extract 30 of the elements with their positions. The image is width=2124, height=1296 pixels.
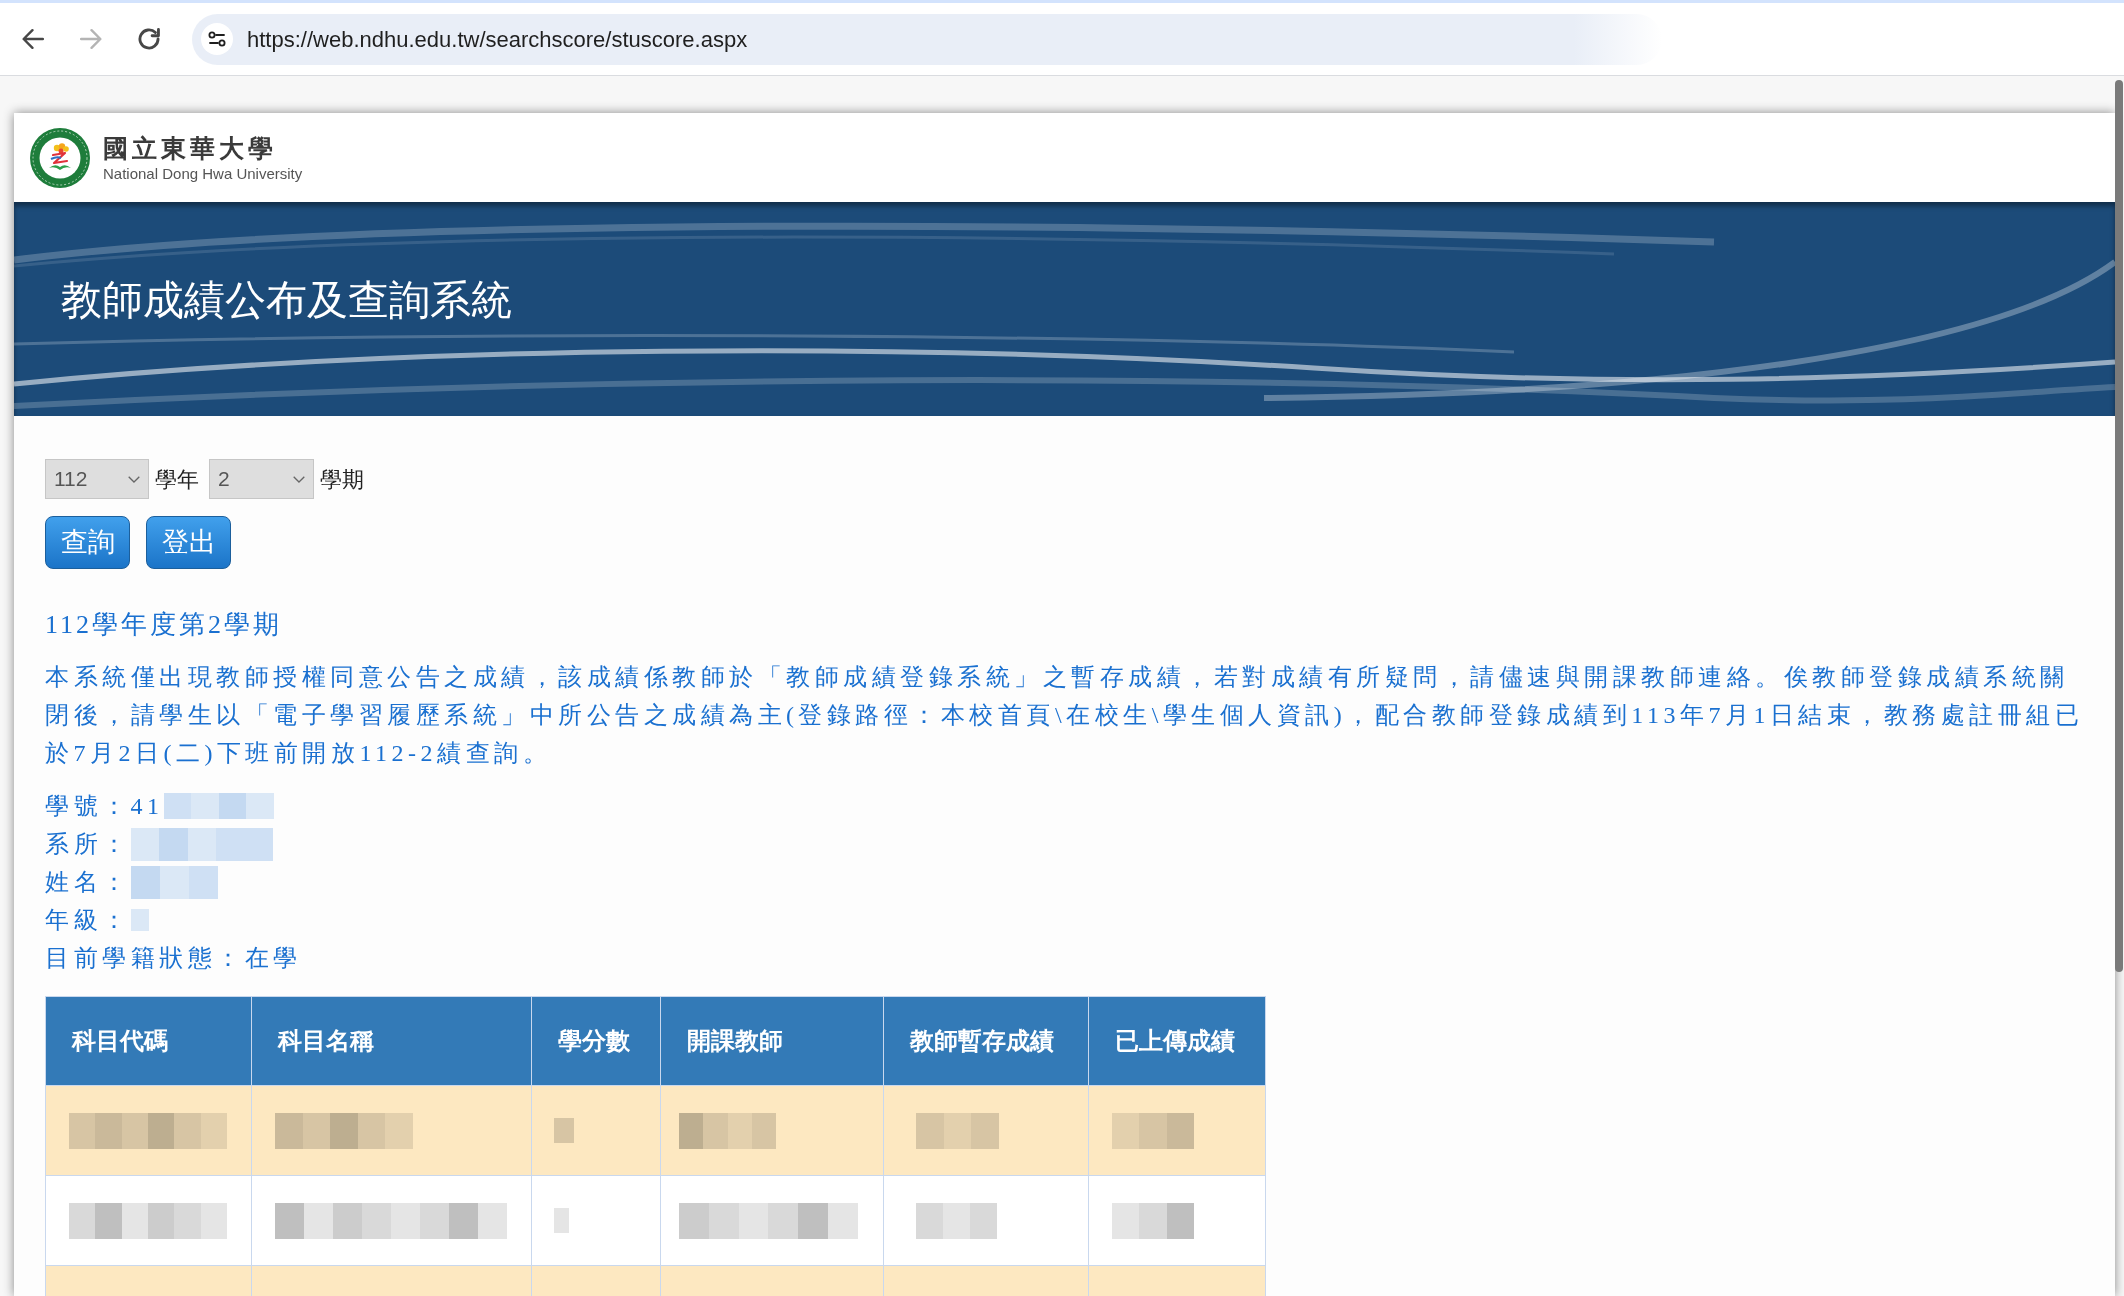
student-info-text: 目前學籍狀態：在學 bbox=[45, 944, 302, 973]
emblem-icon bbox=[30, 127, 90, 188]
year-select[interactable]: 112 bbox=[45, 459, 149, 499]
logout-button[interactable]: 登出 bbox=[146, 516, 231, 569]
left-arrow-icon[interactable] bbox=[22, 28, 44, 50]
column-header: 科目代碼 bbox=[46, 997, 252, 1086]
reload-icon[interactable] bbox=[138, 28, 160, 50]
semester-select[interactable]: 2 bbox=[209, 459, 314, 499]
chevron-down-icon bbox=[293, 475, 305, 483]
column-header: 已上傳成績 bbox=[1089, 997, 1266, 1086]
query-button[interactable]: 查詢 bbox=[45, 516, 130, 569]
column-header: 開課教師 bbox=[661, 997, 884, 1086]
student-info-text: 年級： bbox=[45, 906, 131, 935]
url-text: https://web.ndhu.edu.tw/searchscore/stuscore.aspx bbox=[247, 25, 748, 54]
university-name-chinese: 國立東華大學 bbox=[103, 132, 277, 165]
scrollbar-thumb[interactable] bbox=[2115, 80, 2123, 972]
student-info-text: 姓名： bbox=[45, 868, 131, 897]
semester-suffix: 學期 bbox=[320, 465, 364, 494]
term-heading: 112學年度第2學期 bbox=[45, 609, 283, 641]
student-info-text: 系所： bbox=[45, 830, 131, 859]
column-header: 學分數 bbox=[532, 997, 661, 1086]
student-info-text: 學號：41 bbox=[45, 792, 164, 821]
banner-title: 教師成績公布及查詢系統 bbox=[61, 277, 512, 323]
column-header: 科目名稱 bbox=[252, 997, 532, 1086]
notice-text: 本系統僅出現教師授權同意公告之成績，該成績係教師於「教師成績登錄系統」之暫存成績，若對成績有所疑問，請儘速與開課教師連絡。俟教師登錄成績系統關閉後，請學生以「電子學習履歷系統」中所公告之成績為主(登錄路徑：本校首頁\在校生\學生個人資訊)，配合教師登錄成績到113年7月1日結束，教務處註冊組已於7月2日(二)下班前開放112-2績查詢。 bbox=[45, 663, 2085, 768]
chevron-down-icon bbox=[128, 475, 140, 483]
column-header: 教師暫存成績 bbox=[884, 997, 1089, 1086]
university-name-english: National Dong Hwa University bbox=[103, 164, 303, 183]
sliders-icon[interactable] bbox=[201, 23, 233, 55]
academic-year-suffix: 學年 bbox=[155, 465, 199, 494]
